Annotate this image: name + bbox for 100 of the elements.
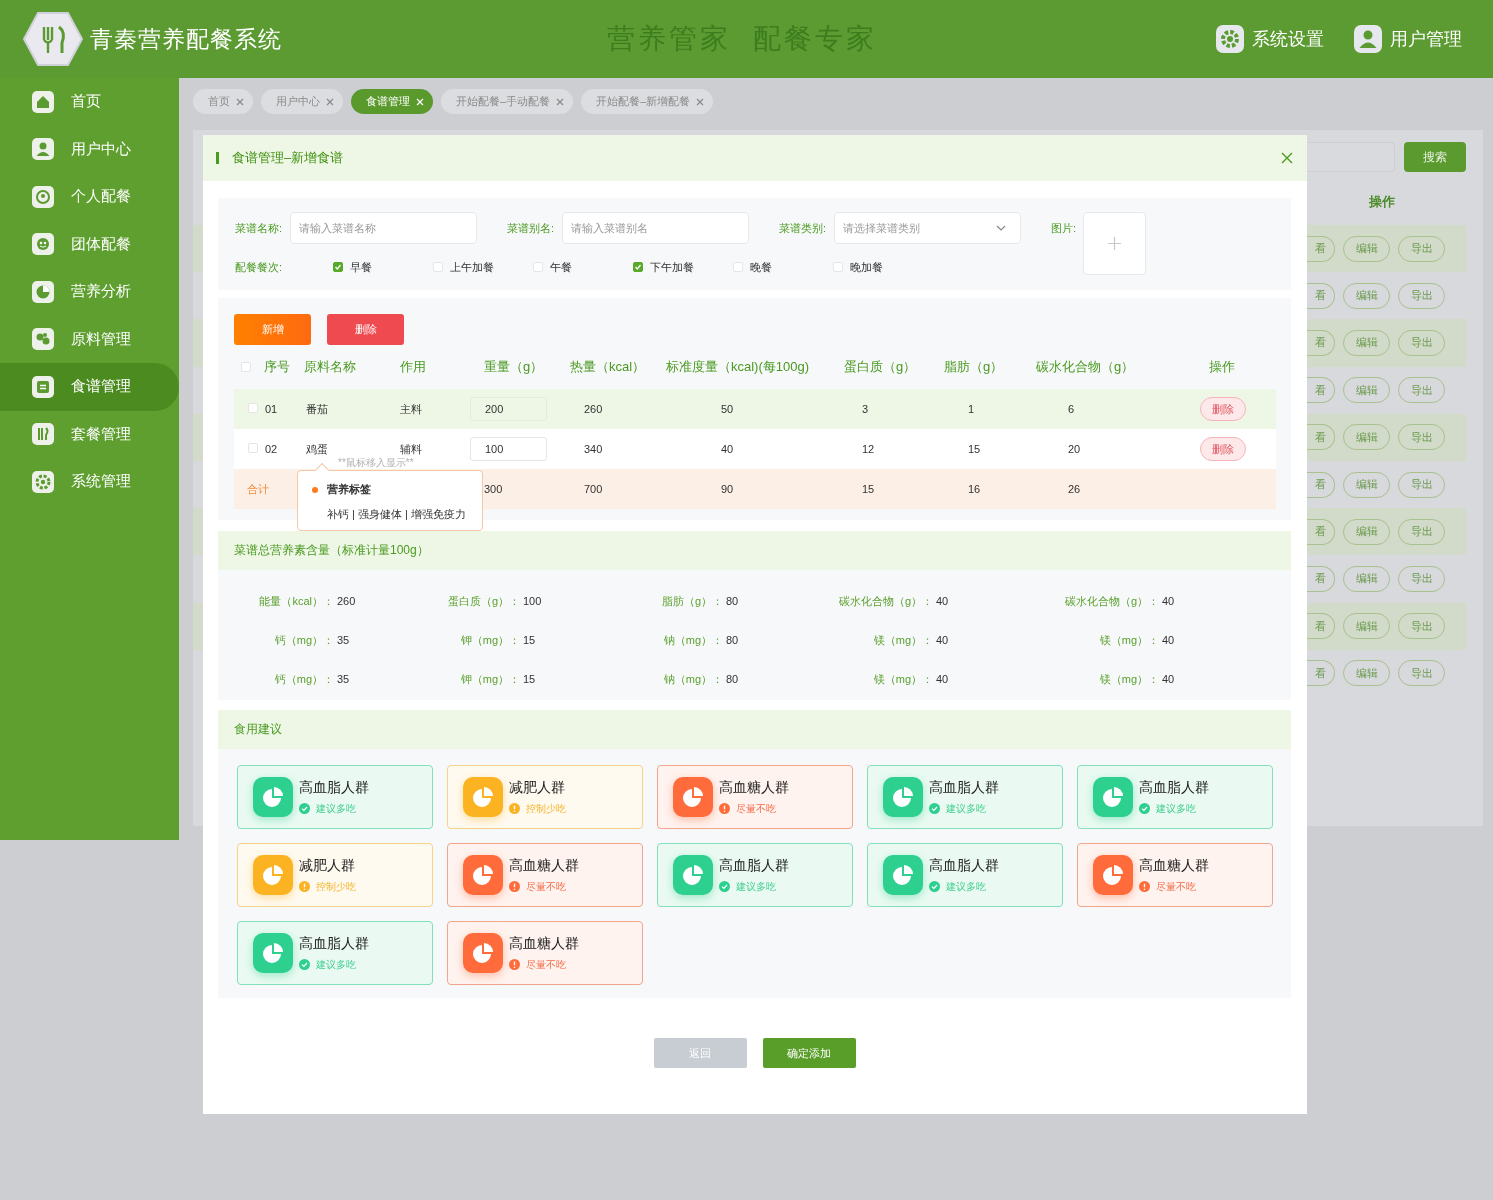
table-cell: 鸡蛋 bbox=[306, 442, 328, 455]
confirm-button[interactable]: 确定添加 bbox=[762, 1038, 856, 1068]
nutrient-value: 80 bbox=[726, 634, 739, 646]
user-icon bbox=[32, 138, 54, 161]
advice-status: 建议多吃 bbox=[316, 957, 356, 972]
sidebar-item[interactable]: 套餐管理 bbox=[0, 410, 179, 458]
search-field[interactable] bbox=[1307, 142, 1395, 172]
table-cell: 辅料 bbox=[400, 442, 422, 455]
table-cell: 340 bbox=[584, 443, 603, 455]
logo-icon bbox=[22, 10, 84, 68]
tab[interactable]: 首页 bbox=[193, 89, 253, 114]
nutrient-label: 钠（mg）： bbox=[662, 632, 723, 648]
group-name: 高血脂人群 bbox=[929, 856, 999, 875]
nutrient-label: 钾（mg）： bbox=[459, 632, 520, 648]
search-button[interactable]: 搜索 bbox=[1404, 142, 1466, 172]
close-icon bbox=[326, 97, 334, 106]
table-cell: 15 bbox=[862, 483, 875, 495]
advice-status: 控制少吃 bbox=[316, 879, 356, 894]
column-header: 标准度量（kcal)(每100g) bbox=[666, 359, 810, 374]
column-header: 碳水化合物（g） bbox=[1036, 359, 1135, 374]
gear-icon bbox=[1216, 25, 1244, 53]
advice-status: 建议多吃 bbox=[946, 801, 986, 816]
cutlery-icon bbox=[32, 423, 54, 446]
app-title: 青秦营养配餐系统 bbox=[90, 24, 282, 54]
nutrient-label: 能量（kcal）： bbox=[258, 593, 334, 609]
tab[interactable]: 开始配餐–新增配餐 bbox=[581, 89, 714, 114]
text-field[interactable]: 请输入菜谱名称 bbox=[290, 212, 477, 244]
delete-button[interactable]: 删除 bbox=[1200, 397, 1246, 421]
field-label: 图片: bbox=[1051, 220, 1078, 236]
check-icon bbox=[719, 881, 730, 892]
sidebar-item[interactable]: 营养分析 bbox=[0, 268, 179, 316]
advice-status: 尽量不吃 bbox=[1156, 879, 1196, 894]
table-cell: 16 bbox=[968, 483, 981, 495]
group-name: 高血糖人群 bbox=[509, 856, 579, 875]
nutrient-value: 15 bbox=[523, 673, 536, 685]
alert-icon bbox=[509, 881, 520, 892]
nutrient-value: 40 bbox=[936, 595, 949, 607]
flower-icon bbox=[32, 233, 54, 256]
tab[interactable]: 用户中心 bbox=[261, 89, 343, 114]
check-icon bbox=[299, 803, 310, 814]
table-cell: 1 bbox=[968, 403, 975, 415]
alert-icon bbox=[299, 881, 310, 892]
alert-icon bbox=[509, 803, 520, 814]
checkbox-label: 上午加餐 bbox=[450, 259, 494, 275]
nutrient-label: 钙（mg）： bbox=[273, 671, 334, 687]
sidebar-item[interactable]: 个人配餐 bbox=[0, 173, 179, 221]
table-cell: 15 bbox=[968, 443, 981, 455]
upload-button[interactable] bbox=[1083, 212, 1146, 275]
nutrient-value: 100 bbox=[523, 595, 542, 607]
sidebar-item[interactable]: 食谱管理 bbox=[0, 363, 179, 411]
nutrient-value: 15 bbox=[523, 634, 536, 646]
sidebar-item[interactable]: 团体配餐 bbox=[0, 220, 179, 268]
user-menu-button[interactable]: 用户管理 bbox=[1354, 25, 1462, 53]
advice-status: 尽量不吃 bbox=[736, 801, 776, 816]
add-button[interactable]: 新增 bbox=[234, 314, 311, 345]
text-field[interactable]: 请输入菜谱别名 bbox=[562, 212, 749, 244]
checkbox-label: 下午加餐 bbox=[650, 259, 694, 275]
nutrient-value: 80 bbox=[726, 595, 739, 607]
dropdown-field[interactable]: 请选择菜谱类别 bbox=[834, 212, 1021, 244]
advice-status: 建议多吃 bbox=[1156, 801, 1196, 816]
total-label: 合计 bbox=[247, 482, 269, 495]
table-cell: 番茄 bbox=[306, 402, 328, 415]
group-name: 高血脂人群 bbox=[719, 856, 789, 875]
sidebar-item[interactable]: 系统管理 bbox=[0, 458, 179, 506]
sidebar-item[interactable]: 首页 bbox=[0, 78, 179, 126]
delete-button[interactable]: 删除 bbox=[327, 314, 404, 345]
tab[interactable]: 开始配餐–手动配餐 bbox=[441, 89, 574, 114]
pie-chart-icon bbox=[32, 280, 54, 303]
tab[interactable]: 食谱管理 bbox=[351, 89, 433, 114]
nutrient-label: 蛋白质（g）： bbox=[446, 593, 520, 609]
plus-icon bbox=[1108, 237, 1121, 250]
nutrient-value: 260 bbox=[337, 595, 356, 607]
section-title: 食用建议 bbox=[234, 721, 282, 738]
ingredients-icon bbox=[32, 328, 54, 351]
delete-button[interactable]: 删除 bbox=[1200, 437, 1246, 461]
group-name: 高血脂人群 bbox=[299, 778, 369, 797]
table-cell: 6 bbox=[1068, 403, 1075, 415]
sidebar-item[interactable]: 用户中心 bbox=[0, 125, 179, 173]
check-icon bbox=[929, 881, 940, 892]
close-icon bbox=[416, 97, 424, 106]
tooltip-text: 补钙 | 强身健体 | 增强免疫力 bbox=[326, 507, 467, 522]
nutrient-label: 镁（mg）： bbox=[1098, 632, 1159, 648]
nutrient-value: 80 bbox=[726, 673, 739, 685]
group-name: 高血糖人群 bbox=[1139, 856, 1209, 875]
alert-icon bbox=[509, 959, 520, 970]
column-header: 作用 bbox=[400, 359, 426, 374]
nutrient-label: 镁（mg）： bbox=[872, 671, 933, 687]
home-icon bbox=[32, 90, 54, 113]
nutrient-value: 40 bbox=[1162, 673, 1175, 685]
weight-field[interactable]: 100 bbox=[470, 437, 547, 461]
sidebar-item[interactable]: 原料管理 bbox=[0, 315, 179, 363]
settings-button[interactable]: 系统设置 bbox=[1216, 25, 1324, 53]
advice-status: 建议多吃 bbox=[946, 879, 986, 894]
weight-field[interactable]: 200 bbox=[470, 397, 547, 421]
checkbox-label: 午餐 bbox=[550, 259, 572, 275]
column-header: 重量（g） bbox=[484, 359, 544, 374]
face-icon bbox=[32, 185, 54, 208]
table-cell: 50 bbox=[721, 403, 734, 415]
checkbox-label: 晚餐 bbox=[750, 259, 772, 275]
table-cell: 90 bbox=[721, 483, 734, 495]
